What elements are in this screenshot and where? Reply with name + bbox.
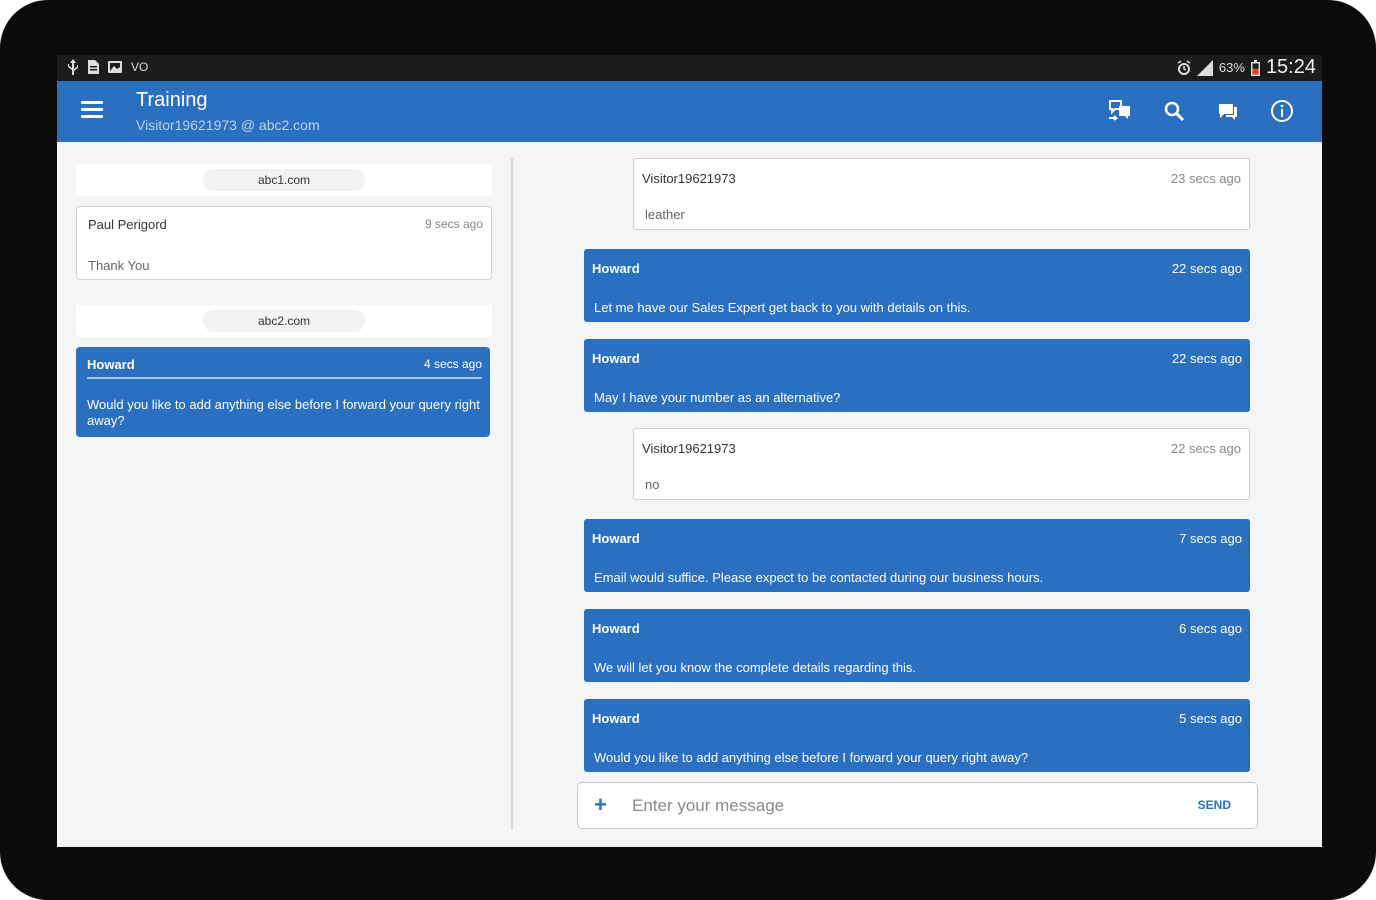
- battery-percent: 63%: [1218, 60, 1245, 75]
- page-title: Training: [136, 89, 208, 111]
- message-sender: Howard: [592, 711, 640, 726]
- message-text: Let me have our Sales Expert get back to…: [594, 300, 971, 315]
- signal-icon: [1196, 59, 1213, 76]
- message-sender: Visitor19621973: [642, 441, 736, 456]
- send-button[interactable]: SEND: [1198, 798, 1231, 812]
- chat-message-agent: Howard 5 secs ago Would you like to add …: [584, 699, 1250, 772]
- message-composer: + SEND: [577, 782, 1258, 829]
- message-time: 23 secs ago: [1170, 171, 1241, 186]
- voicemail-icon: VO: [131, 60, 149, 74]
- message-sender: Howard: [592, 621, 640, 636]
- chat-message-agent: Howard 7 secs ago Email would suffice. P…: [584, 519, 1250, 592]
- message-sender: Howard: [592, 261, 640, 276]
- info-button[interactable]: [1266, 95, 1298, 127]
- message-time: 5 secs ago: [1179, 711, 1242, 726]
- message-time: 22 secs ago: [1171, 351, 1242, 366]
- message-text: May I have your number as an alternative…: [594, 390, 841, 405]
- message-time: 7 secs ago: [1179, 531, 1242, 546]
- message-text: We will let you know the complete detail…: [594, 660, 917, 675]
- conversation-time: 9 secs ago: [424, 217, 483, 231]
- conversation-preview: Would you like to add anything else befo…: [87, 397, 480, 428]
- message-sender: Howard: [592, 351, 640, 366]
- chat-message-visitor: Visitor19621973 23 secs ago leather: [633, 158, 1250, 230]
- conversation-time: 4 secs ago: [423, 357, 482, 371]
- message-time: 22 secs ago: [1171, 261, 1242, 276]
- search-icon: [1164, 101, 1185, 122]
- message-text: no: [645, 477, 660, 492]
- chat-message-agent: Howard 22 secs ago May I have your numbe…: [584, 339, 1250, 412]
- chat-message-agent: Howard 22 secs ago Let me have our Sales…: [584, 249, 1250, 322]
- search-button[interactable]: [1158, 95, 1190, 127]
- app-bar: Training Visitor19621973 @ abc2.com: [57, 81, 1322, 142]
- conversation-name: Howard: [87, 357, 135, 372]
- chat-message-visitor: Visitor19621973 22 secs ago no: [633, 428, 1250, 500]
- transfer-chat-icon: [1109, 100, 1130, 121]
- content-area: abc1.com Paul Perigord 9 secs ago Thank …: [57, 142, 1322, 847]
- active-underline: [87, 377, 482, 379]
- menu-icon[interactable]: [81, 101, 103, 121]
- message-text: Email would suffice. Please expect to be…: [594, 570, 1044, 585]
- attach-button[interactable]: +: [594, 792, 607, 818]
- group-domain-label: abc2.com: [202, 310, 366, 332]
- page-subtitle: Visitor19621973 @ abc2.com: [136, 117, 320, 133]
- transfer-chat-button[interactable]: [1104, 95, 1136, 127]
- message-time: 22 secs ago: [1170, 441, 1241, 456]
- message-time: 6 secs ago: [1179, 621, 1242, 636]
- conversation-name: Paul Perigord: [88, 217, 167, 232]
- alarm-icon: [1177, 59, 1191, 75]
- image-icon: [108, 61, 122, 73]
- message-input[interactable]: [630, 791, 1134, 821]
- chat-message-agent: Howard 6 secs ago We will let you know t…: [584, 609, 1250, 682]
- message-text: leather: [645, 207, 685, 222]
- chat-button[interactable]: [1212, 95, 1244, 127]
- group-header-abc2: abc2.com: [76, 305, 492, 337]
- group-header-abc1: abc1.com: [76, 164, 492, 196]
- conversation-preview: Thank You: [88, 258, 150, 273]
- message-sender: Visitor19621973: [642, 171, 736, 186]
- conversation-item-active[interactable]: Howard 4 secs ago Would you like to add …: [76, 347, 490, 437]
- chat-bubble-icon: [1219, 104, 1237, 120]
- message-text: Would you like to add anything else befo…: [594, 750, 1029, 765]
- screen: VO 63% 15:24 Training Visitor19621973 @ …: [57, 55, 1322, 847]
- conversation-item[interactable]: Paul Perigord 9 secs ago Thank You: [76, 206, 492, 280]
- status-bar: VO 63% 15:24: [57, 55, 1322, 81]
- info-icon: [1271, 100, 1293, 122]
- battery-icon: [1250, 59, 1260, 76]
- document-icon: [88, 60, 99, 74]
- clock: 15:24: [1265, 56, 1316, 78]
- message-sender: Howard: [592, 531, 640, 546]
- usb-icon: [68, 59, 78, 75]
- group-domain-label: abc1.com: [202, 169, 366, 191]
- pane-divider: [511, 158, 513, 830]
